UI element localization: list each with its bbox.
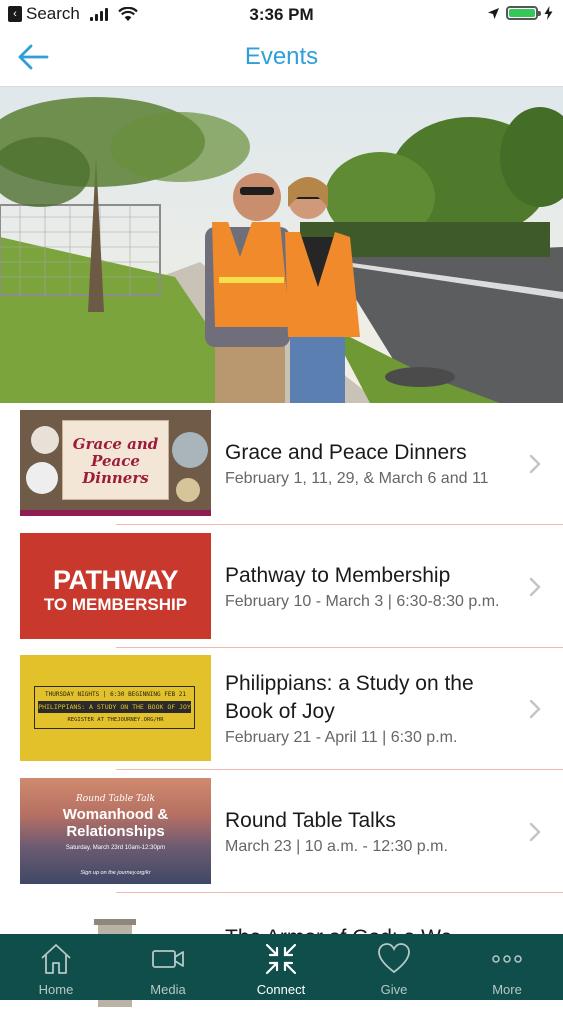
video-camera-icon bbox=[152, 950, 184, 968]
event-date: February 1, 11, 29, & March 6 and 11 bbox=[225, 470, 489, 487]
tab-connect[interactable]: Connect bbox=[225, 934, 337, 1000]
status-bar: ‹ Search 3:36 PM bbox=[0, 0, 563, 30]
event-date: February 10 - March 3 | 6:30-8:30 p.m. bbox=[225, 593, 500, 610]
thumbnail-date: Saturday, March 23rd 10am-12:30pm bbox=[65, 845, 166, 851]
thumbnail-eyebrow: Round Table Talk bbox=[76, 794, 155, 804]
thumbnail-line-1: THURSDAY NIGHTS | 6:30 BEGINNING FEB 21 bbox=[45, 691, 186, 698]
thumbnail-subheading: TO MEMBERSHIP bbox=[43, 595, 188, 614]
event-thumbnail-title: Grace and Peace Dinners bbox=[62, 420, 169, 500]
row-divider bbox=[116, 892, 563, 893]
tab-label: Media bbox=[150, 982, 186, 997]
event-thumbnail: Grace and Peace Dinners bbox=[20, 410, 211, 516]
event-text: Philippians: a Study on the Book of Joy … bbox=[225, 648, 515, 770]
hero-photo bbox=[0, 87, 563, 403]
hero-image bbox=[0, 87, 563, 403]
page-title: Events bbox=[244, 43, 319, 70]
tab-label: Give bbox=[380, 982, 408, 997]
event-text: Grace and Peace Dinners February 1, 11, … bbox=[225, 403, 515, 525]
heart-icon bbox=[378, 943, 410, 974]
navigation-bar: Events bbox=[0, 30, 563, 87]
thumbnail-frame: THURSDAY NIGHTS | 6:30 BEGINNING FEB 21 … bbox=[34, 686, 195, 729]
event-row-round-table-talks[interactable]: Round Table Talk Womanhood & Relationshi… bbox=[0, 771, 563, 893]
thumbnail-heading: Womanhood & Relationships bbox=[62, 806, 169, 840]
status-time: 3:36 PM bbox=[249, 5, 314, 24]
event-title: Grace and Peace Dinners bbox=[225, 441, 467, 464]
connect-arrows-icon bbox=[265, 943, 297, 975]
thumbnail-line-2: PHILIPPIANS: A STUDY ON THE BOOK OF JOY bbox=[38, 701, 191, 713]
event-row-philippians[interactable]: THURSDAY NIGHTS | 6:30 BEGINNING FEB 21 … bbox=[0, 648, 563, 770]
charging-bolt-icon bbox=[544, 6, 553, 20]
tab-media[interactable]: Media bbox=[112, 934, 224, 1000]
event-date: March 23 | 10 a.m. - 12:30 p.m. bbox=[225, 838, 448, 855]
event-thumbnail: Round Table Talk Womanhood & Relationshi… bbox=[20, 778, 211, 884]
thumbnail-line-3: REGISTER AT THEJOURNEY.ORG/HR bbox=[67, 717, 164, 723]
home-icon bbox=[41, 944, 71, 974]
chevron-right-icon bbox=[529, 577, 541, 597]
tab-label: Connect bbox=[256, 982, 306, 997]
chevron-right-icon bbox=[529, 454, 541, 474]
event-thumbnail: PATHWAY TO MEMBERSHIP bbox=[20, 533, 211, 639]
row-divider bbox=[116, 769, 563, 770]
chevron-right-icon bbox=[529, 822, 541, 842]
location-arrow-icon bbox=[488, 7, 499, 19]
tab-label: Home bbox=[38, 982, 74, 997]
tab-give[interactable]: Give bbox=[338, 934, 450, 1000]
chevron-right-icon bbox=[529, 699, 541, 719]
event-title: Philippians: a Study on the Book of Joy bbox=[225, 672, 474, 723]
event-title: Round Table Talks bbox=[225, 809, 396, 832]
thumbnail-accent-bar bbox=[20, 510, 211, 516]
tab-label: More bbox=[492, 982, 522, 997]
battery-icon bbox=[506, 6, 541, 20]
more-dots-icon bbox=[492, 955, 522, 963]
event-thumbnail: THURSDAY NIGHTS | 6:30 BEGINNING FEB 21 … bbox=[20, 655, 211, 761]
thumbnail-heading: PATHWAY bbox=[52, 565, 179, 595]
tab-bar: Home Media Connect Give More bbox=[0, 934, 563, 1000]
status-right bbox=[487, 6, 553, 20]
event-text: Pathway to Membership February 10 - Marc… bbox=[225, 526, 515, 648]
tab-more[interactable]: More bbox=[451, 934, 563, 1000]
row-divider bbox=[116, 524, 563, 525]
event-row-pathway-to-membership[interactable]: PATHWAY TO MEMBERSHIP Pathway to Members… bbox=[0, 526, 563, 648]
event-date: February 21 - April 11 | 6:30 p.m. bbox=[225, 729, 458, 746]
thumbnail-signup: Sign up on the journey.org/kr bbox=[80, 870, 151, 876]
event-title: Pathway to Membership bbox=[225, 564, 451, 587]
event-row-grace-and-peace[interactable]: Grace and Peace Dinners Grace and Peace … bbox=[0, 403, 563, 525]
event-text: Round Table Talks March 23 | 10 a.m. - 1… bbox=[225, 771, 515, 893]
tab-home[interactable]: Home bbox=[0, 934, 112, 1000]
